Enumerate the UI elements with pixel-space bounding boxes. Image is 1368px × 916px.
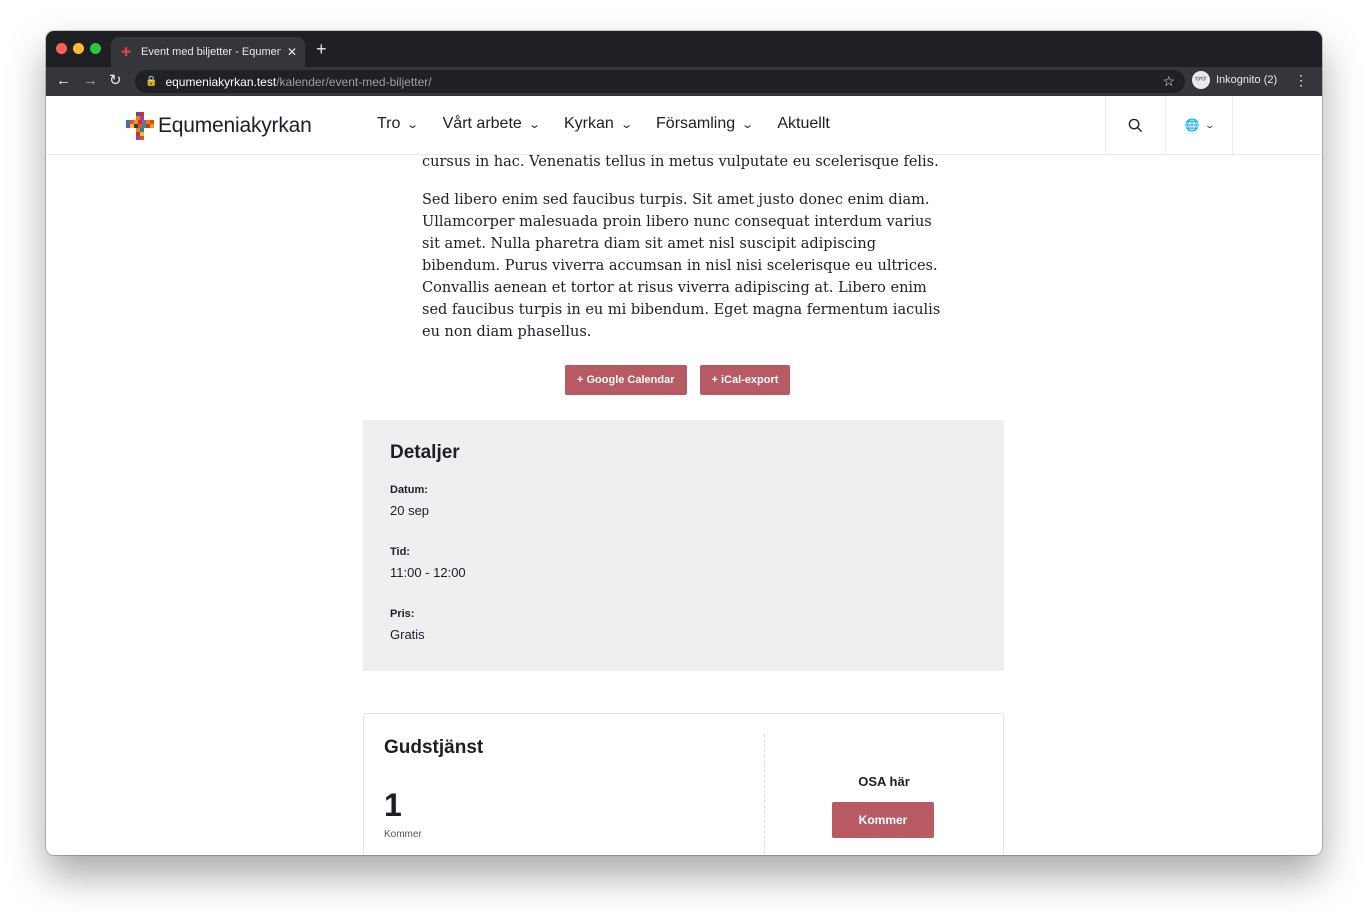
- url-path: /kalender/event-med-biljetter/: [276, 74, 432, 89]
- event-details-panel: Detaljer Datum: 20 sep Tid: 11:00 - 12:0…: [363, 420, 1004, 671]
- nav-item-forsamling[interactable]: Församling ⌄: [656, 115, 755, 133]
- new-tab-icon[interactable]: +: [316, 40, 327, 58]
- bookmark-star-icon[interactable]: ☆: [1162, 73, 1175, 90]
- maximize-window-button[interactable]: [90, 43, 101, 54]
- date-value: 20 sep: [390, 503, 430, 518]
- close-tab-icon[interactable]: ✕: [287, 45, 297, 59]
- rsvp-card: Gudstjänst 1 Kommer OSA här Kommer: [363, 713, 1004, 855]
- globe-icon: 🌐: [1184, 118, 1200, 132]
- calendar-export-buttons: + Google Calendar + iCal-export: [565, 365, 803, 395]
- cross-favicon-icon: ✚: [120, 45, 132, 59]
- nav-item-aktuellt[interactable]: Aktuellt: [777, 115, 829, 133]
- incognito-icon: 👓: [1192, 71, 1210, 89]
- details-title: Detaljer: [390, 442, 460, 463]
- attending-button[interactable]: Kommer: [832, 802, 934, 838]
- attendee-count-label: Kommer: [384, 829, 422, 840]
- equmenia-cross-logo-icon: [126, 112, 154, 140]
- site-logo[interactable]: Equmeniakyrkan: [126, 112, 312, 140]
- chevron-down-icon: ⌄: [741, 118, 755, 131]
- time-label: Tid:: [390, 546, 410, 558]
- chevron-down-icon: ⌄: [527, 118, 541, 131]
- price-value: Gratis: [390, 627, 425, 642]
- url-host: equmeniakyrkan.test: [165, 74, 277, 89]
- browser-titlebar: ✚ Event med biljetter - Equmenia ✕ +: [46, 31, 1322, 67]
- ticket-title: Gudstjänst: [384, 737, 484, 758]
- incognito-indicator[interactable]: 👓 Inkognito (2): [1192, 71, 1277, 89]
- nav-item-label: Församling: [656, 115, 736, 132]
- nav-item-vart-arbete[interactable]: Vårt arbete ⌄: [442, 115, 541, 133]
- back-arrow-icon[interactable]: ←: [56, 71, 71, 91]
- search-icon: [1128, 118, 1143, 132]
- rsvp-heading: OSA här: [858, 774, 910, 789]
- chevron-down-icon: ⌄: [1204, 119, 1215, 130]
- nav-item-label: Tro: [377, 115, 401, 132]
- main-navigation: Tro ⌄ Vårt arbete ⌄ Kyrkan ⌄ Församling …: [377, 115, 855, 133]
- browser-tab[interactable]: ✚ Event med biljetter - Equmenia ✕: [111, 37, 305, 67]
- reload-icon[interactable]: ↻: [109, 71, 122, 91]
- price-label: Pris:: [390, 608, 415, 620]
- nav-item-label: Aktuellt: [777, 115, 830, 132]
- page-viewport: Equmeniakyrkan Tro ⌄ Vårt arbete ⌄ Kyrka…: [46, 96, 1322, 855]
- site-header: Equmeniakyrkan Tro ⌄ Vårt arbete ⌄ Kyrka…: [46, 96, 1322, 155]
- close-window-button[interactable]: [56, 43, 67, 54]
- chevron-down-icon: ⌄: [406, 118, 420, 131]
- date-label: Datum:: [390, 484, 428, 496]
- time-value: 11:00 - 12:00: [390, 565, 466, 580]
- ical-export-button[interactable]: + iCal-export: [699, 365, 791, 395]
- google-calendar-button[interactable]: + Google Calendar: [565, 365, 687, 395]
- event-description: cursus in hac. Venenatis tellus in metus…: [422, 151, 952, 343]
- card-divider: [764, 734, 765, 855]
- tab-title: Event med biljetter - Equmenia: [141, 46, 281, 58]
- lock-icon: 🔒: [145, 76, 158, 87]
- attendee-count: 1: [384, 787, 402, 823]
- browser-toolbar: ← → ↻ 🔒 equmeniakyrkan.test /kalender/ev…: [46, 67, 1322, 96]
- browser-menu-icon[interactable]: ⋮: [1294, 72, 1308, 89]
- incognito-label: Inkognito (2): [1216, 74, 1278, 86]
- address-bar[interactable]: 🔒 equmeniakyrkan.test /kalender/event-me…: [135, 70, 1185, 93]
- browser-window: ✚ Event med biljetter - Equmenia ✕ + ← →…: [46, 31, 1322, 855]
- chevron-down-icon: ⌄: [619, 118, 633, 131]
- nav-item-tro[interactable]: Tro ⌄: [377, 115, 420, 133]
- language-selector[interactable]: 🌐 ⌄: [1165, 96, 1233, 154]
- minimize-window-button[interactable]: [73, 43, 84, 54]
- header-search-button[interactable]: [1105, 96, 1165, 154]
- nav-item-label: Vårt arbete: [442, 115, 522, 132]
- forward-arrow-icon[interactable]: →: [83, 71, 98, 91]
- logo-text: Equmeniakyrkan: [158, 114, 312, 137]
- nav-item-label: Kyrkan: [564, 115, 614, 132]
- description-paragraph: Sed libero enim sed faucibus turpis. Sit…: [422, 192, 941, 340]
- nav-item-kyrkan[interactable]: Kyrkan ⌄: [564, 115, 633, 133]
